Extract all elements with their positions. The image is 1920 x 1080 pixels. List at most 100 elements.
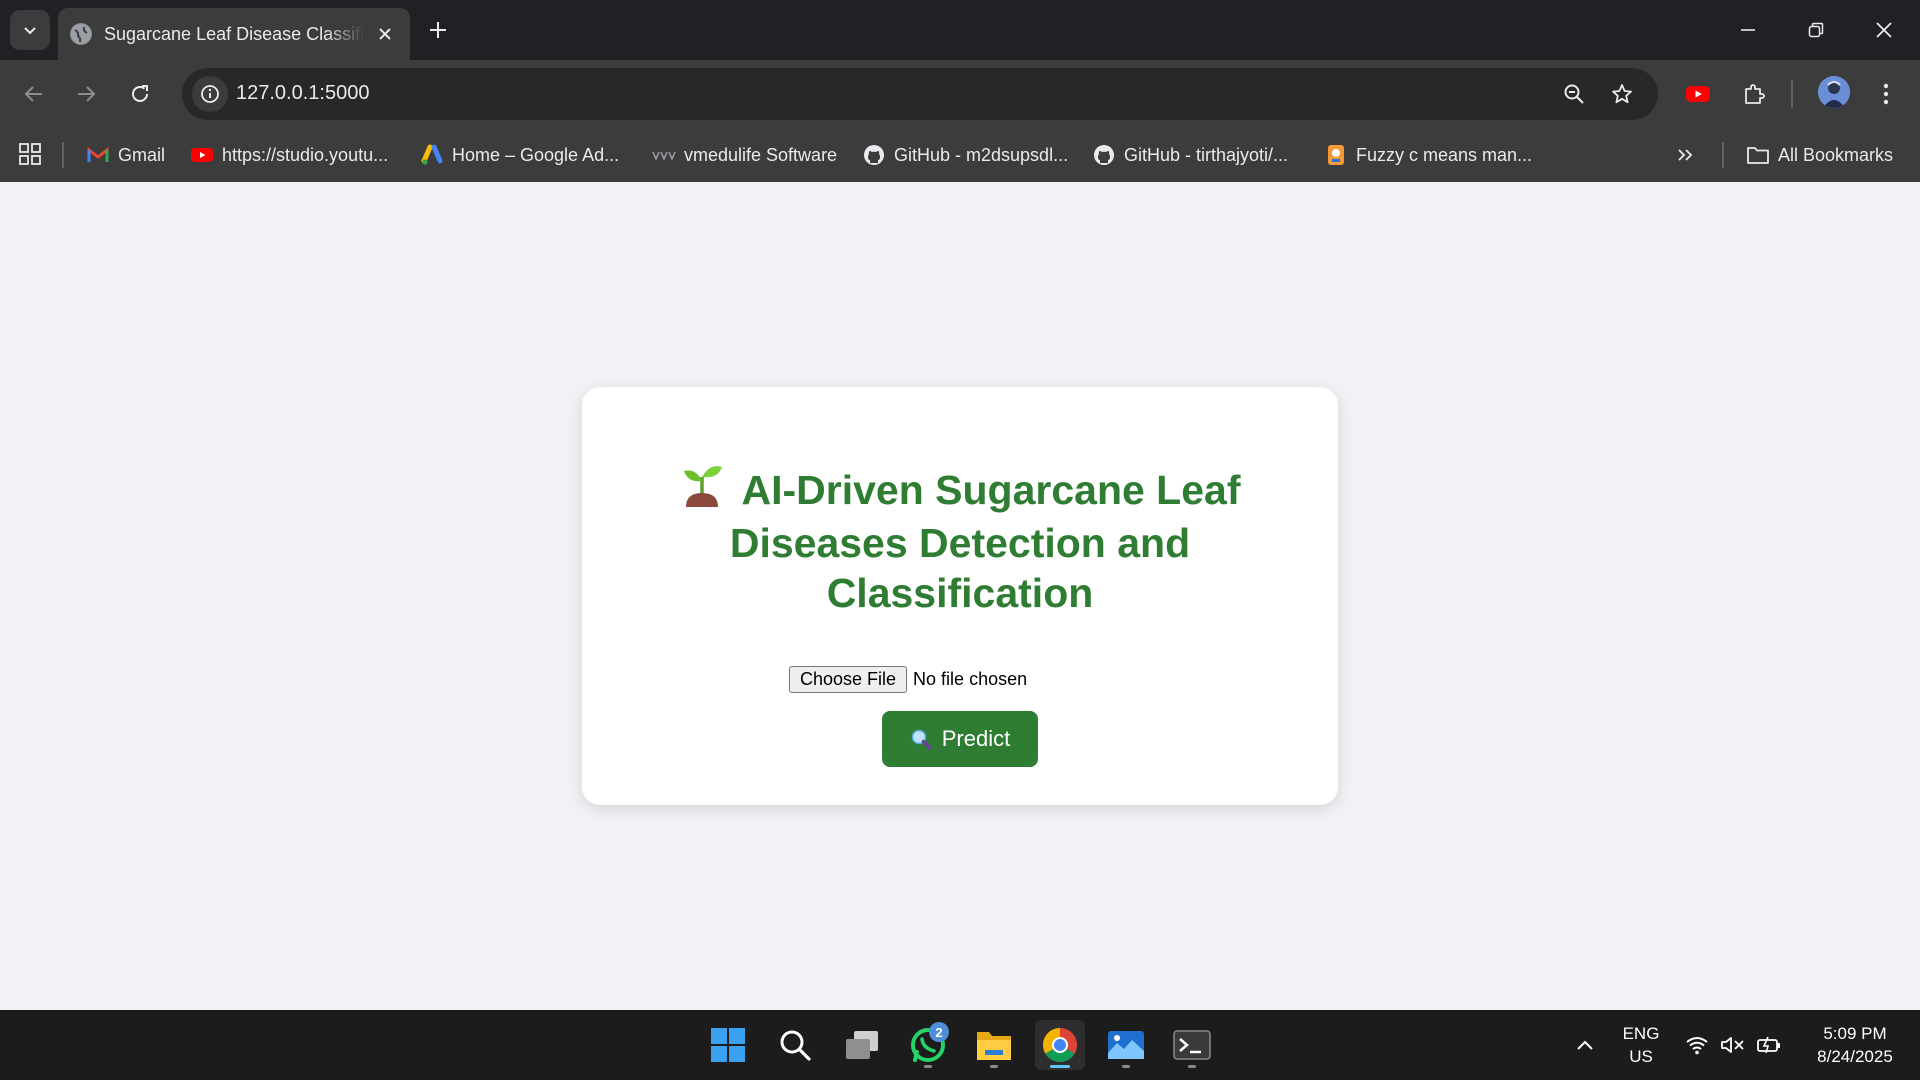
chrome-taskbar-button[interactable] (1035, 1020, 1085, 1070)
seedling-icon (680, 461, 724, 518)
bookmark-label: GitHub - tirthajyoti/... (1124, 144, 1289, 165)
puzzle-icon (1745, 84, 1765, 104)
chrome-icon (1043, 1028, 1077, 1062)
avatar-icon (1818, 76, 1850, 108)
bookmark-vmedulife[interactable]: vmedulife Software (652, 140, 837, 170)
notification-badge: 2 (929, 1022, 949, 1042)
photos-taskbar-button[interactable] (1101, 1020, 1151, 1070)
arrow-right-icon (78, 86, 96, 102)
github-icon (1092, 143, 1116, 167)
clock[interactable]: 5:09 PM 8/24/2025 (1800, 1022, 1910, 1068)
folder-icon (1746, 143, 1770, 167)
bookmark-fuzzy[interactable]: Fuzzy c means man... (1324, 140, 1532, 170)
wifi-icon[interactable] (1684, 1032, 1710, 1058)
zoom-out-icon (1564, 84, 1584, 104)
minimize-icon (1741, 29, 1755, 31)
close-window-button[interactable] (1862, 10, 1906, 50)
youtube-icon (1686, 86, 1710, 102)
terminal-icon (1173, 1030, 1211, 1060)
file-status-text: No file chosen (913, 668, 1028, 689)
predict-button[interactable]: Predict (882, 711, 1038, 767)
language-indicator[interactable]: ENG US (1616, 1022, 1666, 1068)
region-code: US (1629, 1047, 1653, 1066)
toolbar-divider (1791, 80, 1793, 108)
show-hidden-icons-button[interactable] (1572, 1032, 1598, 1058)
taskbar-search-button[interactable] (770, 1020, 820, 1070)
volume-muted-icon[interactable] (1720, 1032, 1746, 1058)
start-button[interactable] (703, 1020, 753, 1070)
chevron-down-icon (24, 27, 36, 35)
google-ads-icon (420, 143, 444, 167)
terminal-taskbar-button[interactable] (1167, 1020, 1217, 1070)
bookmark-star-button[interactable] (1606, 78, 1638, 110)
url-text[interactable]: 127.0.0.1:5000 (236, 82, 369, 105)
restore-button[interactable] (1794, 10, 1838, 50)
language-code: ENG (1622, 1024, 1660, 1043)
address-bar[interactable]: 127.0.0.1:5000 (182, 68, 1658, 120)
file-explorer-button[interactable] (969, 1020, 1019, 1070)
browser-menu-button[interactable] (1866, 74, 1906, 114)
reload-icon (132, 85, 148, 102)
info-icon (201, 85, 219, 103)
apps-grid-icon (19, 143, 41, 165)
extensions-button[interactable] (1734, 74, 1774, 114)
bookmark-google-ads[interactable]: Home – Google Ad... (420, 140, 619, 170)
browser-toolbar: 127.0.0.1:5000 (0, 60, 1920, 128)
close-tab-button[interactable] (372, 21, 398, 47)
running-indicator (924, 1065, 932, 1068)
bookmark-label: vmedulife Software (684, 144, 838, 165)
whatsapp-taskbar-button[interactable]: 2 (903, 1020, 953, 1070)
star-icon (1612, 84, 1632, 104)
chevron-up-icon (1577, 1040, 1593, 1050)
apps-button[interactable] (16, 140, 44, 168)
bookmark-github-2[interactable]: GitHub - tirthajyoti/... (1092, 140, 1288, 170)
document-icon (1324, 143, 1348, 167)
youtube-extension-button[interactable] (1678, 74, 1718, 114)
all-bookmarks-button[interactable]: All Bookmarks (1746, 140, 1893, 170)
plus-icon (430, 22, 446, 38)
bookmark-github-1[interactable]: GitHub - m2dsupsdl... (862, 140, 1068, 170)
battery-charging-icon[interactable] (1756, 1032, 1782, 1058)
globe-icon (70, 23, 92, 45)
more-bookmarks-button[interactable] (1676, 140, 1694, 170)
restore-icon (1808, 22, 1824, 38)
github-icon (862, 143, 886, 167)
title-text: AI-Driven Sugarcane Leaf (741, 467, 1241, 513)
bookmark-label: Gmail (118, 144, 166, 165)
bookmark-youtube-studio[interactable]: https://studio.youtu... (190, 140, 388, 170)
choose-file-button[interactable]: Choose File (789, 665, 908, 693)
magnifier-icon (911, 729, 932, 750)
tab-search-button[interactable] (10, 10, 50, 50)
gmail-icon (86, 143, 110, 167)
file-input: Choose File No file chosen (789, 665, 1027, 693)
arrow-left-icon (24, 86, 42, 102)
running-indicator (1188, 1065, 1196, 1068)
bookmark-gmail[interactable]: Gmail (86, 140, 165, 170)
title-line: Classification (826, 569, 1094, 616)
bookmarks-divider (62, 142, 64, 168)
new-tab-button[interactable] (422, 14, 454, 46)
taskbar: 2 ENG US 5:09 PM 8/24/2025 (0, 1010, 1920, 1080)
site-info-button[interactable] (192, 76, 228, 112)
zoom-button[interactable] (1558, 78, 1590, 110)
search-icon (780, 1030, 811, 1061)
task-view-button[interactable] (837, 1020, 887, 1070)
back-button[interactable] (14, 74, 54, 114)
clock-date: 8/24/2025 (1817, 1047, 1893, 1066)
bookmarks-bar: Gmail https://studio.youtu... Home – Goo… (0, 128, 1920, 182)
running-indicator (1050, 1065, 1070, 1068)
forward-button[interactable] (66, 74, 106, 114)
photos-icon (1108, 1031, 1144, 1059)
start-icon (711, 1028, 745, 1062)
vmedulife-icon (652, 143, 676, 167)
minimize-button[interactable] (1726, 10, 1770, 50)
reload-button[interactable] (120, 74, 160, 114)
profile-avatar[interactable] (1818, 76, 1850, 108)
tab-strip: Sugarcane Leaf Disease Classification (0, 0, 1920, 60)
running-indicator (1122, 1065, 1130, 1068)
bookmark-label: GitHub - m2dsupsdl... (894, 144, 1069, 165)
browser-tab[interactable]: Sugarcane Leaf Disease Classification (58, 8, 410, 60)
page-title: AI-Driven Sugarcane Leaf Diseases Detect… (582, 465, 1338, 618)
all-bookmarks-label: All Bookmarks (1778, 144, 1894, 165)
bookmark-label: Home – Google Ad... (452, 144, 620, 165)
